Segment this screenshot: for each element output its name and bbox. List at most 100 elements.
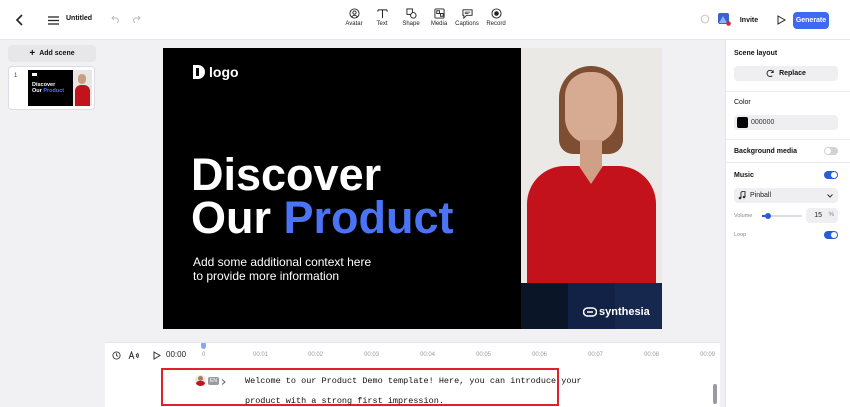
timeline-tick: 00:07 <box>588 352 604 358</box>
shape-tool-label: Shape <box>402 21 420 27</box>
chevron-down-icon <box>827 194 833 198</box>
user-avatar[interactable] <box>717 12 731 26</box>
record-tool[interactable]: Record <box>479 8 513 34</box>
color-field[interactable]: 000000 <box>734 115 838 130</box>
color-label: Color <box>734 99 751 106</box>
headline-blue-part: Product <box>283 192 454 243</box>
scene-preview-line2-white: Our <box>32 88 44 94</box>
play-icon <box>777 15 786 25</box>
timeline-tick: 00:08 <box>644 352 660 358</box>
slide-headline-line2[interactable]: Our Product <box>191 195 454 241</box>
volume-label: Volume <box>734 213 753 219</box>
play-icon <box>153 350 161 360</box>
sync-icon <box>700 14 710 24</box>
hamburger-icon <box>47 15 59 25</box>
sync-status <box>700 14 710 24</box>
add-scene-label: Add scene <box>39 50 75 57</box>
brand-text: synthesia <box>599 306 650 318</box>
current-time: 00:00 <box>166 350 187 359</box>
timeline-tick: 00:04 <box>420 352 436 358</box>
generate-button[interactable]: Generate <box>793 12 829 29</box>
divider <box>726 162 850 163</box>
scene-preview: Discover Our Product <box>28 70 92 106</box>
divider <box>726 139 850 140</box>
scene-preview-avatar <box>73 70 92 106</box>
music-track-value: Pinball <box>750 192 772 199</box>
language-badge[interactable]: EN <box>208 377 219 385</box>
loop-label: Loop <box>734 232 747 238</box>
script-avatar-thumb[interactable] <box>195 375 206 386</box>
top-bar: Untitled Avatar Text Shape Media Caption… <box>0 0 850 40</box>
headline-white-part: Our <box>191 192 284 243</box>
timeline-tick: 00:03 <box>364 352 380 358</box>
captions-tool-label: Captions <box>455 21 479 27</box>
menu-button[interactable] <box>45 12 61 28</box>
timeline-clock-button[interactable] <box>111 350 121 360</box>
logo-mark-icon <box>193 65 205 79</box>
avatar-image-icon <box>718 13 731 26</box>
synthesia-logo-icon <box>583 307 597 317</box>
invite-button[interactable]: Invite <box>736 12 762 28</box>
slide-canvas[interactable]: logo Discover Our Product Add some addit… <box>163 48 662 329</box>
chevron-right-icon[interactable] <box>221 379 226 385</box>
timeline-tick: 00:05 <box>476 352 492 358</box>
presenter-face <box>565 72 617 144</box>
music-track-select[interactable]: Pinball <box>734 188 838 203</box>
redo-button[interactable] <box>130 13 142 25</box>
scenes-panel: + Add scene 1 Discover Our Product <box>0 40 103 407</box>
record-tool-label: Record <box>486 21 506 27</box>
project-title[interactable]: Untitled <box>66 15 92 22</box>
voice-icon <box>128 350 139 359</box>
slide-context-line2[interactable]: to provide more information <box>193 269 339 283</box>
properties-panel: Scene layout Replace Color 000000 Backgr… <box>725 40 850 407</box>
script-text-line2[interactable]: product with a strong first impression. <box>245 396 444 406</box>
preview-button[interactable] <box>775 13 787 27</box>
add-scene-button[interactable]: + Add scene <box>8 45 96 62</box>
brand-logo[interactable]: synthesia <box>583 306 650 318</box>
text-icon <box>376 9 388 19</box>
music-label: Music <box>734 172 754 179</box>
avatar-presenter[interactable] <box>521 48 662 283</box>
replace-label: Replace <box>779 70 806 77</box>
undo-button[interactable] <box>110 13 122 25</box>
timeline-tick: 00:09 <box>700 352 716 358</box>
scene-preview-logo <box>32 73 37 76</box>
clock-icon <box>111 350 121 360</box>
scene-preview-line2-blue: Product <box>43 88 65 94</box>
script-editor: EN Welcome to our Product Demo template!… <box>105 366 720 407</box>
timeline-ruler[interactable]: 0 00:01 00:02 00:03 00:04 00:05 00:06 00… <box>197 343 717 365</box>
volume-unit: % <box>828 212 834 218</box>
color-swatch <box>737 117 748 128</box>
logo-text: logo <box>209 64 239 80</box>
slide-context-line1[interactable]: Add some additional context here <box>193 255 371 269</box>
replace-icon <box>766 69 774 78</box>
volume-input[interactable]: 15 % <box>806 208 838 223</box>
chevron-left-icon <box>15 14 23 26</box>
script-scrollbar[interactable] <box>713 384 717 404</box>
volume-slider[interactable] <box>762 213 802 219</box>
background-media-toggle[interactable] <box>824 147 838 155</box>
media-tool-label: Media <box>430 21 448 27</box>
record-icon <box>490 8 502 19</box>
timeline-bar: 00:00 0 00:01 00:02 00:03 00:04 00:05 00… <box>105 342 720 366</box>
divider <box>726 91 850 92</box>
volume-slider-handle[interactable] <box>765 213 771 219</box>
music-note-icon <box>738 191 746 200</box>
shape-icon <box>405 8 417 19</box>
script-highlight-box[interactable]: EN Welcome to our Product Demo template!… <box>161 368 582 406</box>
scene-thumbnail[interactable]: 1 Discover Our Product <box>8 66 95 110</box>
scene-number: 1 <box>14 73 18 79</box>
music-toggle[interactable] <box>824 171 838 179</box>
back-button[interactable] <box>12 12 28 28</box>
timeline-tick: 00:01 <box>253 352 269 358</box>
slide-logo[interactable]: logo <box>193 64 239 80</box>
timeline-tick: 00:06 <box>532 352 548 358</box>
timeline-tick: 00:02 <box>308 352 324 358</box>
replace-layout-button[interactable]: Replace <box>734 66 838 81</box>
voice-settings-button[interactable] <box>127 350 139 360</box>
loop-toggle[interactable] <box>824 231 838 239</box>
timeline-tick: 0 <box>202 352 206 358</box>
script-text-line1[interactable]: Welcome to our Product Demo template! He… <box>245 376 582 386</box>
play-button[interactable] <box>152 350 162 360</box>
media-icon <box>433 8 445 19</box>
